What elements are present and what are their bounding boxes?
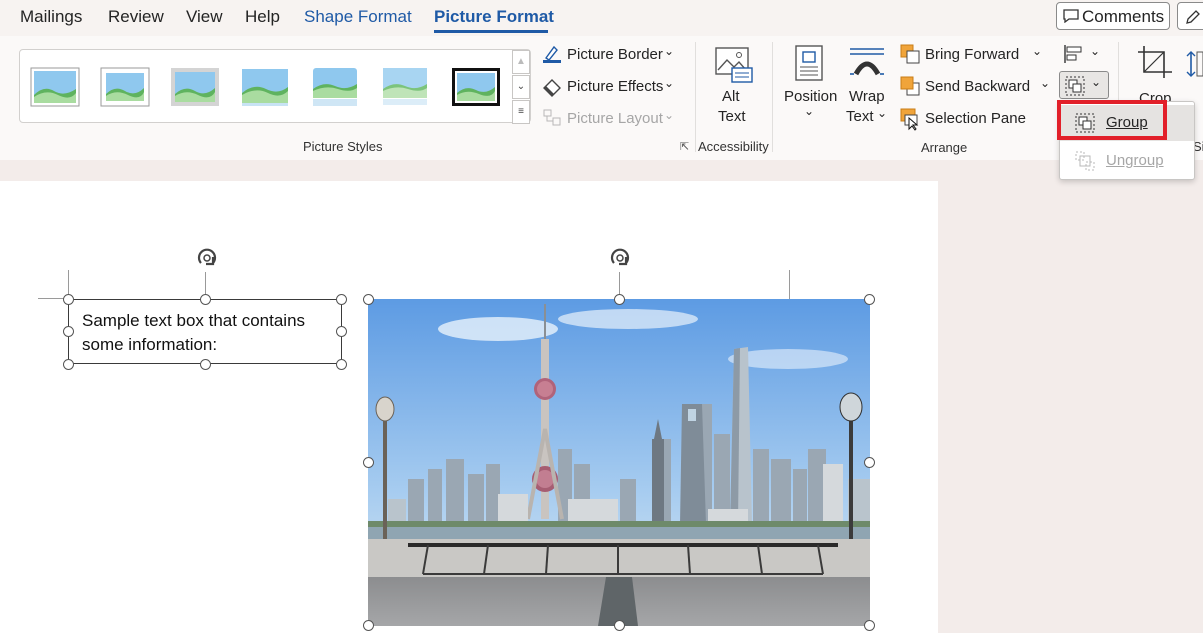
tab-picture-format[interactable]: Picture Format xyxy=(434,7,554,27)
tab-mailings[interactable]: Mailings xyxy=(20,7,82,27)
gallery-scroll-up-icon[interactable]: ▲ xyxy=(512,50,530,74)
picture-styles-group-label: Picture Styles xyxy=(303,139,383,154)
picture-rotate-handle-icon[interactable] xyxy=(605,243,635,273)
accessibility-group-label: Accessibility xyxy=(698,139,769,154)
comments-button[interactable]: Comments xyxy=(1056,2,1170,30)
picture-style-soft-edge[interactable] xyxy=(240,67,290,107)
position-icon xyxy=(795,45,823,81)
text-box-content[interactable]: Sample text box that contains some infor… xyxy=(82,309,337,357)
group-highlight-annotation xyxy=(1057,100,1167,140)
bring-forward-button[interactable]: Bring Forward xyxy=(925,46,1019,63)
gallery-more-icon[interactable]: ≡ xyxy=(512,100,530,124)
group-objects-icon xyxy=(1065,76,1085,96)
tab-review[interactable]: Review xyxy=(108,7,164,27)
comments-label: Comments xyxy=(1082,7,1165,26)
group-objects-chevron-icon: ⌄ xyxy=(1091,75,1102,89)
picture-style-glow[interactable] xyxy=(380,67,430,107)
picture-style-black-frame[interactable] xyxy=(451,67,501,107)
textbox-resize-handle[interactable] xyxy=(200,359,211,370)
margin-crop-mark xyxy=(789,270,790,300)
alt-text-label-2[interactable]: Text xyxy=(718,108,746,125)
editing-button[interactable] xyxy=(1177,2,1203,30)
picture-layout-icon xyxy=(543,109,561,126)
picture-resize-handle[interactable] xyxy=(864,294,875,305)
picture-styles-gallery xyxy=(19,49,531,123)
picture-resize-handle[interactable] xyxy=(864,457,875,468)
ribbon: ▲ ⌄ ≡ Picture Border ⌄ Picture Effects ⌄… xyxy=(0,36,1203,160)
gallery-scroll-down-icon[interactable]: ⌄ xyxy=(512,75,530,99)
textbox-resize-handle[interactable] xyxy=(63,294,74,305)
picture-effects-icon xyxy=(543,79,561,97)
ungroup-icon xyxy=(1075,151,1095,171)
ribbon-tabs: Mailings Review View Help Shape Format P… xyxy=(0,0,1203,36)
bring-forward-chevron-icon[interactable]: ⌄ xyxy=(1032,44,1042,58)
position-button[interactable]: Position xyxy=(784,88,837,105)
picture-style-reflected[interactable] xyxy=(310,67,360,107)
picture-effects-chevron-icon[interactable]: ⌄ xyxy=(664,76,674,90)
wrap-text-chevron-icon[interactable]: ⌄ xyxy=(877,106,887,120)
picture-border-button[interactable]: Picture Border xyxy=(567,46,663,63)
crop-icon xyxy=(1138,46,1172,78)
picture-layout-button[interactable]: Picture Layout xyxy=(567,110,663,127)
bring-forward-icon xyxy=(900,44,920,64)
send-backward-button[interactable]: Send Backward xyxy=(925,78,1030,95)
active-tab-underline xyxy=(434,30,548,33)
send-backward-icon xyxy=(900,76,920,96)
picture-resize-handle[interactable] xyxy=(363,620,374,631)
picture-style-simple-frame[interactable] xyxy=(30,67,80,107)
picture-resize-handle[interactable] xyxy=(363,457,374,468)
align-icon[interactable] xyxy=(1063,44,1087,64)
picture-style-thick-frame[interactable] xyxy=(100,67,150,107)
arrange-group-label: Arrange xyxy=(921,140,968,155)
align-chevron-icon[interactable]: ⌄ xyxy=(1090,44,1100,58)
textbox-resize-handle[interactable] xyxy=(336,326,347,337)
tab-view[interactable]: View xyxy=(186,7,223,27)
textbox-resize-handle[interactable] xyxy=(200,294,211,305)
selection-pane-icon xyxy=(900,108,919,131)
pencil-icon xyxy=(1186,10,1200,24)
textbox-resize-handle[interactable] xyxy=(336,359,347,370)
wrap-text-label-2[interactable]: Text xyxy=(846,108,874,125)
send-backward-chevron-icon[interactable]: ⌄ xyxy=(1040,76,1050,90)
textbox-resize-handle[interactable] xyxy=(63,326,74,337)
height-icon xyxy=(1186,51,1203,77)
picture-style-shadow[interactable] xyxy=(170,67,220,107)
menu-item-ungroup[interactable]: Ungroup xyxy=(1060,143,1194,179)
picture-styles-dialog-launcher-icon[interactable]: ⇱ xyxy=(680,140,689,153)
picture-border-chevron-icon[interactable]: ⌄ xyxy=(664,44,674,58)
picture-border-icon xyxy=(543,45,561,63)
picture-resize-handle[interactable] xyxy=(864,620,875,631)
menu-item-ungroup-label: Ungroup xyxy=(1106,152,1164,169)
tab-shape-format[interactable]: Shape Format xyxy=(304,7,412,27)
comment-icon xyxy=(1063,9,1079,23)
textbox-resize-handle[interactable] xyxy=(336,294,347,305)
city-skyline-picture[interactable] xyxy=(368,299,870,626)
skyline-image xyxy=(368,299,870,626)
picture-effects-button[interactable]: Picture Effects xyxy=(567,78,663,95)
textbox-resize-handle[interactable] xyxy=(63,359,74,370)
wrap-text-label-1[interactable]: Wrap xyxy=(849,88,885,105)
alt-text-icon xyxy=(715,47,753,83)
picture-resize-handle[interactable] xyxy=(363,294,374,305)
group-objects-button[interactable]: ⌄ xyxy=(1059,71,1109,99)
wrap-text-icon xyxy=(850,48,884,76)
text-box[interactable]: Sample text box that contains some infor… xyxy=(68,299,342,364)
alt-text-label-1[interactable]: Alt xyxy=(722,88,740,105)
picture-resize-handle[interactable] xyxy=(614,294,625,305)
selection-pane-button[interactable]: Selection Pane xyxy=(925,110,1026,127)
ribbon-separator xyxy=(772,42,773,152)
ribbon-separator xyxy=(695,42,696,152)
textbox-rotate-handle-icon[interactable] xyxy=(192,243,222,273)
picture-resize-handle[interactable] xyxy=(614,620,625,631)
position-chevron-icon[interactable]: ⌄ xyxy=(804,104,814,118)
tab-help[interactable]: Help xyxy=(245,7,280,27)
picture-layout-chevron-icon[interactable]: ⌄ xyxy=(664,108,674,122)
